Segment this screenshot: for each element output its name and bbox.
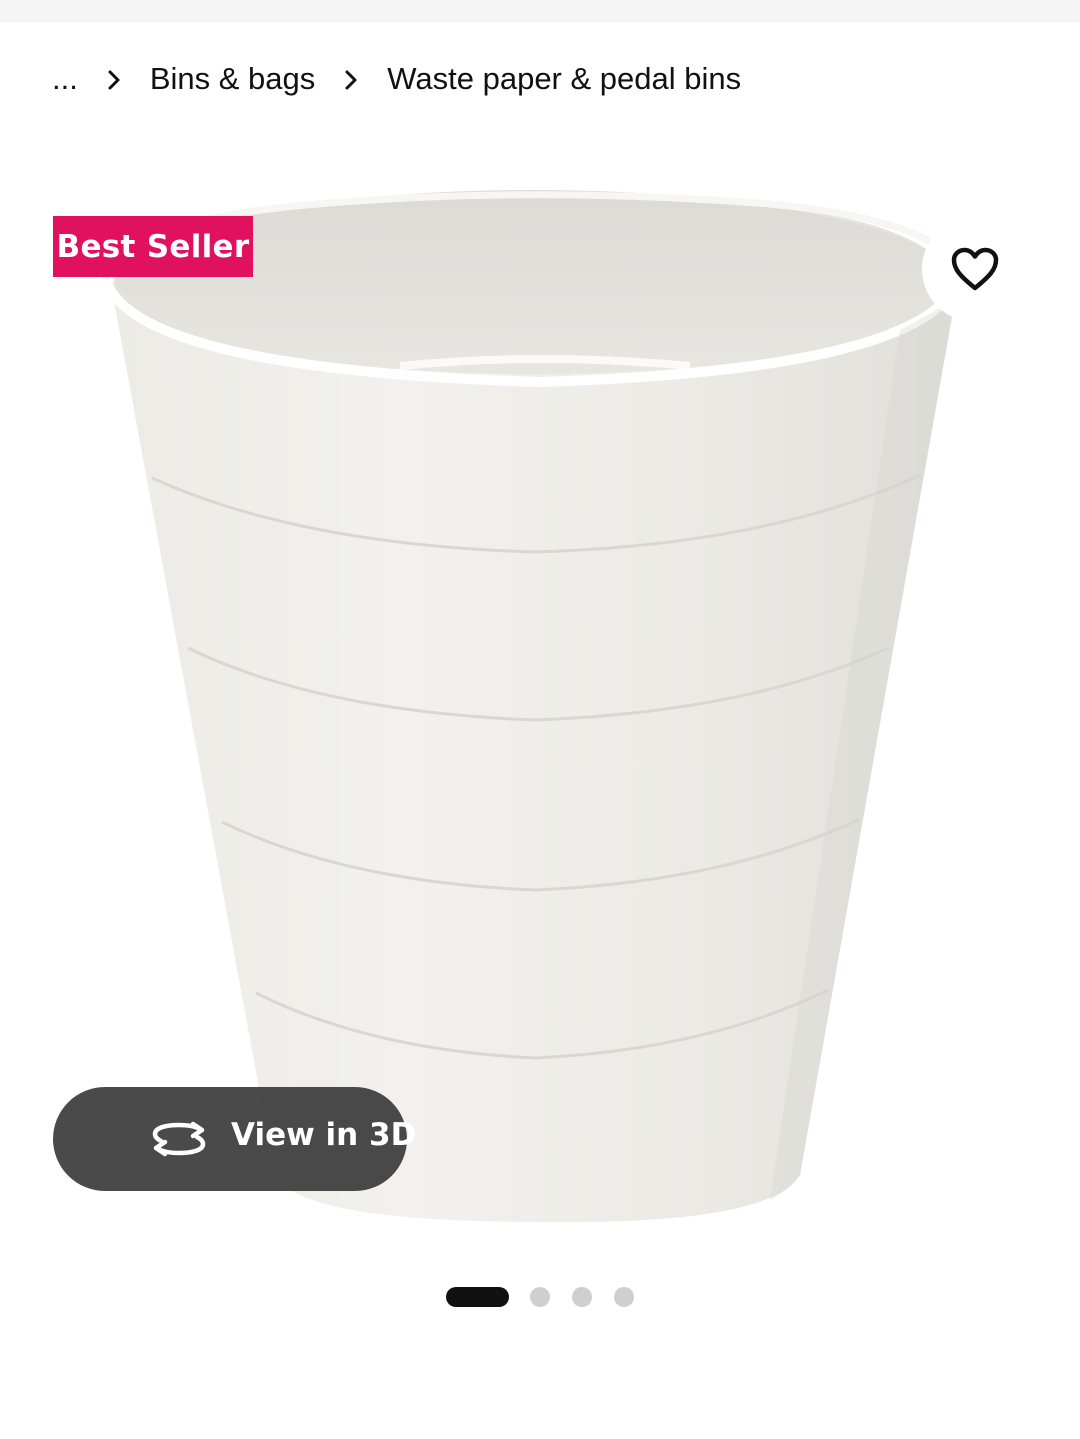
chevron-right-icon — [78, 62, 150, 96]
top-status-strip — [0, 0, 1080, 22]
breadcrumb-item-waste-paper-pedal-bins[interactable]: Waste paper & pedal bins — [387, 61, 741, 97]
rotate-3d-icon — [152, 1121, 206, 1157]
breadcrumb-item-bins-bags[interactable]: Bins & bags — [150, 61, 315, 97]
carousel-dot[interactable] — [614, 1287, 634, 1307]
carousel-dot[interactable] — [530, 1287, 550, 1307]
favourite-button[interactable] — [922, 216, 1028, 322]
carousel-dot[interactable] — [572, 1287, 592, 1307]
view-in-3d-button[interactable]: View in 3D — [53, 1087, 416, 1191]
carousel-dot-active[interactable] — [446, 1287, 509, 1307]
heart-outline-icon — [951, 247, 999, 291]
chevron-right-icon — [315, 62, 387, 96]
best-seller-badge: Best Seller — [53, 216, 253, 277]
breadcrumb: ... Bins & bags Waste paper & pedal bins — [52, 56, 741, 102]
view-in-3d-label: View in 3D — [231, 1117, 417, 1153]
breadcrumb-item-more[interactable]: ... — [52, 61, 78, 97]
